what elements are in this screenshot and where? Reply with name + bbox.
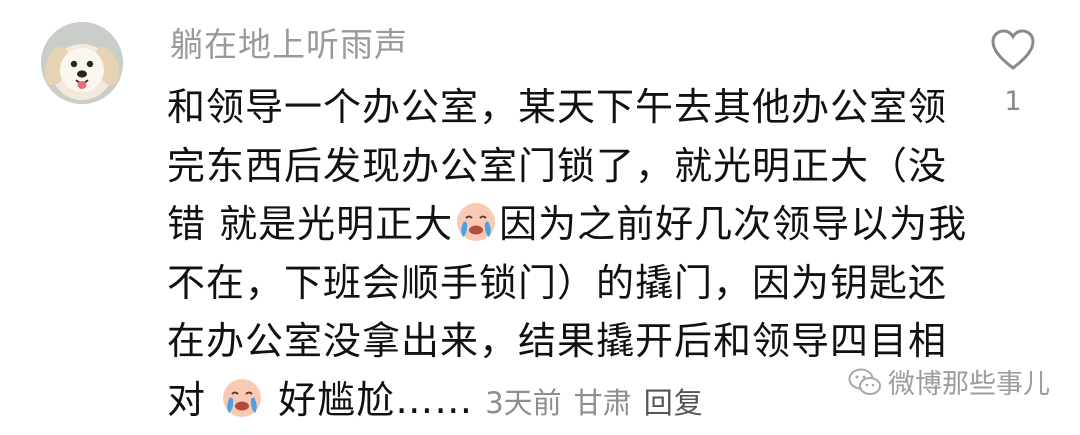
- comment-line: 不在，下班会顺手锁门）的撬门，因为钥匙还: [167, 260, 948, 305]
- crying-laughing-emoji-icon: [455, 201, 497, 243]
- username[interactable]: 躺在地上听雨声: [170, 18, 408, 66]
- crying-laughing-emoji-icon: [221, 377, 263, 419]
- comment-line-part: 好尴尬……: [278, 377, 474, 422]
- comment-line: 在办公室没拿出来，结果撬开后和领导四目相: [167, 319, 948, 363]
- comment-line: 完东西后发现办公室门锁了，就光明正大（没: [167, 143, 948, 188]
- comment-text: 和领导一个办公室，某天下午去其他办公室领 完东西后发现办公室门锁了，就光明正大（…: [167, 78, 967, 429]
- avatar[interactable]: [41, 22, 123, 104]
- comment-line: 对 好尴尬…… 3天前 甘肃 回复: [167, 371, 967, 430]
- like-button[interactable]: [990, 28, 1036, 72]
- reply-button[interactable]: 回复: [644, 386, 704, 420]
- comment-line-part: 对: [167, 377, 207, 422]
- like-count: 1: [1004, 86, 1022, 117]
- heart-icon: [991, 29, 1035, 70]
- comment-line-part: 因为之前好几次领导以为我: [499, 202, 968, 246]
- watermark-text: 微博那些事儿: [888, 369, 1050, 400]
- comment-time: 3天前: [485, 385, 562, 420]
- comment-meta: 3天前 甘肃: [473, 386, 631, 420]
- comment-location: 甘肃: [573, 385, 632, 420]
- wechat-icon: [848, 368, 881, 395]
- comment-item: 躺在地上听雨声 和领导一个办公室，某天下午去其他办公室领 完东西后发现办公室门锁…: [0, 0, 1080, 431]
- watermark: 微博那些事儿: [848, 362, 1050, 401]
- comment-line-part: 错 就是光明正大: [167, 202, 454, 246]
- dog-avatar-icon: [41, 22, 123, 104]
- comment-line: 错 就是光明正大 因为之前好几次领导以为我: [167, 195, 967, 254]
- comment-line: 和领导一个办公室，某天下午去其他办公室领: [167, 85, 948, 129]
